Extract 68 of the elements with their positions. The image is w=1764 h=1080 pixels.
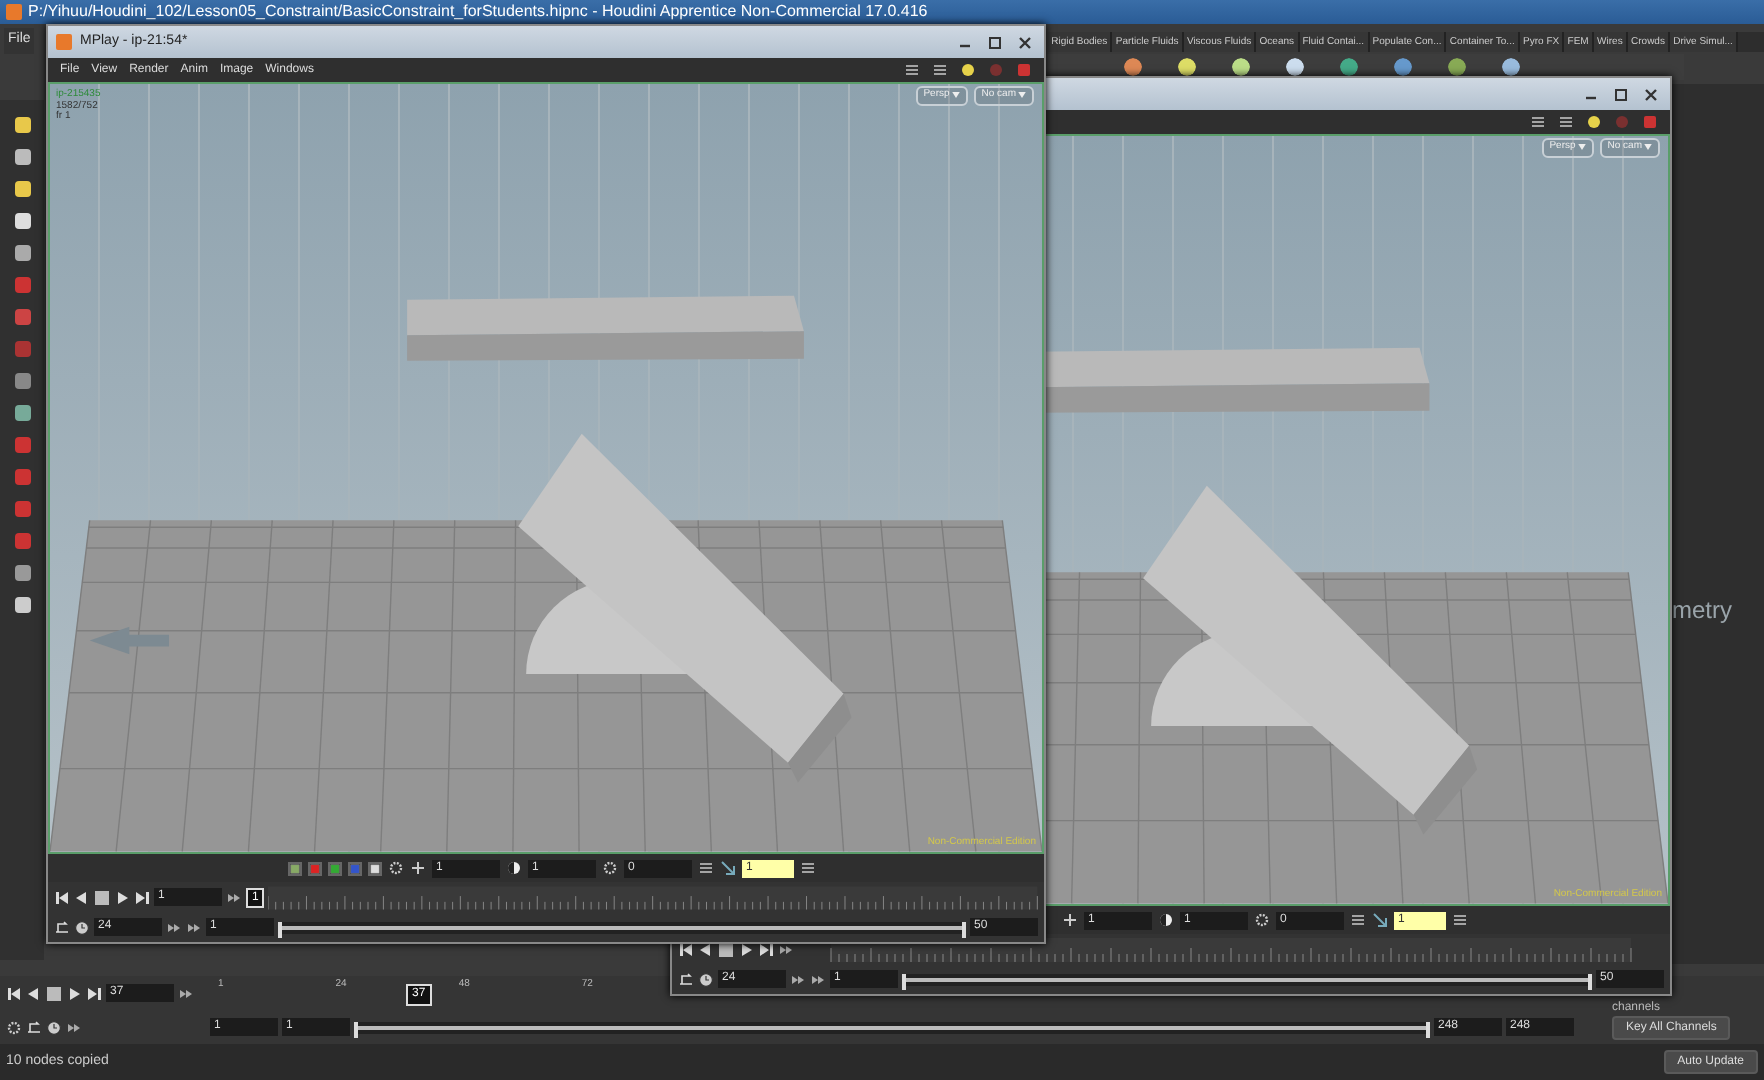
close-icon[interactable]	[1640, 85, 1662, 103]
shelf-tool-icon[interactable]	[1124, 58, 1142, 76]
first-frame-icon	[678, 941, 694, 957]
clock-icon	[46, 1019, 62, 1035]
loop-icon	[26, 1019, 42, 1035]
clock-icon	[698, 971, 714, 987]
step-icon	[186, 919, 202, 935]
channel-swatch-icon[interactable]	[308, 861, 322, 875]
shelf-tool-icon[interactable]	[1286, 58, 1304, 76]
step-icon	[790, 971, 806, 987]
bulb-icon[interactable]	[960, 62, 976, 78]
play-icon	[66, 985, 82, 1001]
range-slider-track[interactable]	[278, 921, 966, 933]
step-back-icon	[698, 941, 714, 957]
range-slider-fill[interactable]	[902, 973, 1592, 989]
shelf-tool-icon[interactable]	[1178, 58, 1196, 76]
stop-icon	[94, 889, 110, 905]
arrow-icon	[89, 627, 170, 655]
shelf-tool-icon[interactable]	[1394, 58, 1412, 76]
timeline-ruler[interactable]	[268, 885, 1038, 909]
last-frame-icon	[758, 941, 774, 957]
loop-icon	[678, 971, 694, 987]
range-slider-fill[interactable]	[354, 1021, 1430, 1037]
app-logo-icon	[56, 34, 72, 50]
app-logo-icon	[6, 4, 22, 20]
caret-icon	[1018, 92, 1026, 99]
channel-swatch-icon[interactable]	[328, 861, 342, 875]
step-icon	[226, 889, 242, 905]
channel-swatch-icon[interactable]	[348, 861, 362, 875]
step-back-icon	[26, 985, 42, 1001]
play-icon	[114, 889, 130, 905]
resize-icon	[720, 860, 736, 876]
first-frame-icon	[6, 985, 22, 1001]
close-icon[interactable]	[1014, 33, 1036, 51]
step-icon	[166, 919, 182, 935]
shelf-tool-icon[interactable]	[1448, 58, 1466, 76]
caret-icon	[951, 92, 960, 99]
menu-icon	[800, 860, 816, 876]
step-back-icon	[74, 889, 90, 905]
window-title: P:/Yihuu/Houdini_102/Lesson05_Constraint/BasicConstraint_forStudents.hipnc - Houdini Apprentice Non-Commercial 17.0.416	[28, 0, 928, 24]
clock-icon	[74, 919, 90, 935]
shelf-tool-icon[interactable]	[1232, 58, 1250, 76]
first-frame-icon	[54, 889, 70, 905]
stop-icon	[46, 985, 62, 1001]
shelf-tool-icon[interactable]	[1502, 58, 1520, 76]
loop-icon	[54, 919, 70, 935]
contrast-icon	[506, 860, 522, 876]
caret-icon	[1577, 144, 1586, 151]
resize-icon	[1372, 912, 1388, 928]
bulb-icon[interactable]	[1586, 114, 1602, 130]
step-icon	[810, 971, 826, 987]
shelf-tool-icon[interactable]	[1340, 58, 1358, 76]
geometry-label: metry	[1672, 594, 1732, 628]
last-frame-icon	[134, 889, 150, 905]
last-frame-icon	[86, 985, 102, 1001]
step-icon	[778, 941, 794, 957]
range-slider-track[interactable]	[902, 973, 1592, 985]
range-slider-fill[interactable]	[278, 921, 966, 937]
channel-swatch-icon[interactable]	[288, 861, 302, 875]
maximize-icon[interactable]	[984, 33, 1006, 51]
step-icon	[178, 985, 194, 1001]
caret-icon	[1644, 144, 1652, 151]
range-slider-track[interactable]	[354, 1021, 1430, 1033]
maximize-icon[interactable]	[1610, 85, 1632, 103]
step-icon	[66, 1019, 82, 1035]
contrast-icon	[1158, 912, 1174, 928]
menu-icon	[1452, 912, 1468, 928]
channel-swatch-icon[interactable]	[368, 861, 382, 875]
